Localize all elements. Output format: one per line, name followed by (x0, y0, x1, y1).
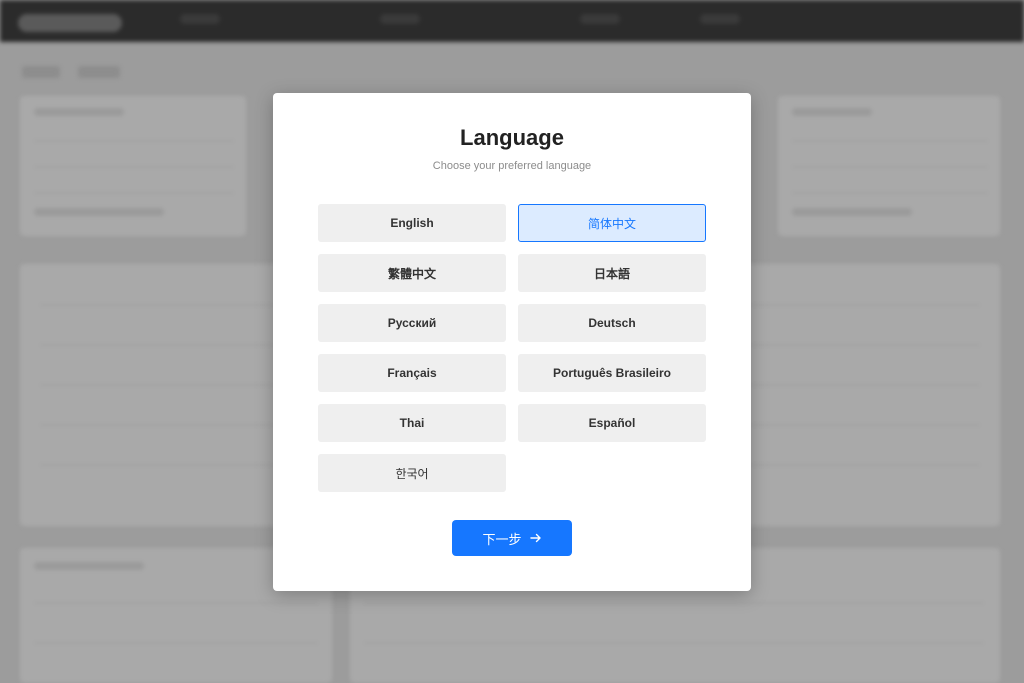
background-nav-item (180, 14, 220, 24)
background-nav-item (580, 14, 620, 24)
language-option-english[interactable]: English (318, 204, 506, 242)
language-options: English 简体中文 繁體中文 日本語 Русский Deutsch Fr… (318, 204, 706, 492)
dialog-subtitle: Choose your preferred language (432, 160, 592, 172)
background-breadcrumb (22, 66, 60, 78)
language-option-brazilian-portuguese[interactable]: Português Brasileiro (518, 354, 706, 392)
arrow-right-icon (529, 533, 541, 543)
language-option-russian[interactable]: Русский (318, 304, 506, 342)
background-topbar (0, 0, 1024, 42)
language-option-simplified-chinese[interactable]: 简体中文 (518, 204, 706, 242)
next-step-button[interactable]: 下一步 (452, 520, 572, 556)
language-option-traditional-chinese[interactable]: 繁體中文 (318, 254, 506, 292)
next-step-label: 下一步 (482, 531, 522, 547)
language-option-japanese[interactable]: 日本語 (518, 254, 706, 292)
background-nav-item (700, 14, 740, 24)
background-logo (18, 14, 122, 32)
language-option-korean[interactable]: 한국어 (318, 454, 506, 492)
background-breadcrumb (78, 66, 120, 78)
language-option-french[interactable]: Français (318, 354, 506, 392)
language-option-spanish[interactable]: Español (518, 404, 706, 442)
background-nav-item (380, 14, 420, 24)
language-option-german[interactable]: Deutsch (518, 304, 706, 342)
dialog-title: Language (460, 125, 564, 150)
language-option-thai[interactable]: Thai (318, 404, 506, 442)
